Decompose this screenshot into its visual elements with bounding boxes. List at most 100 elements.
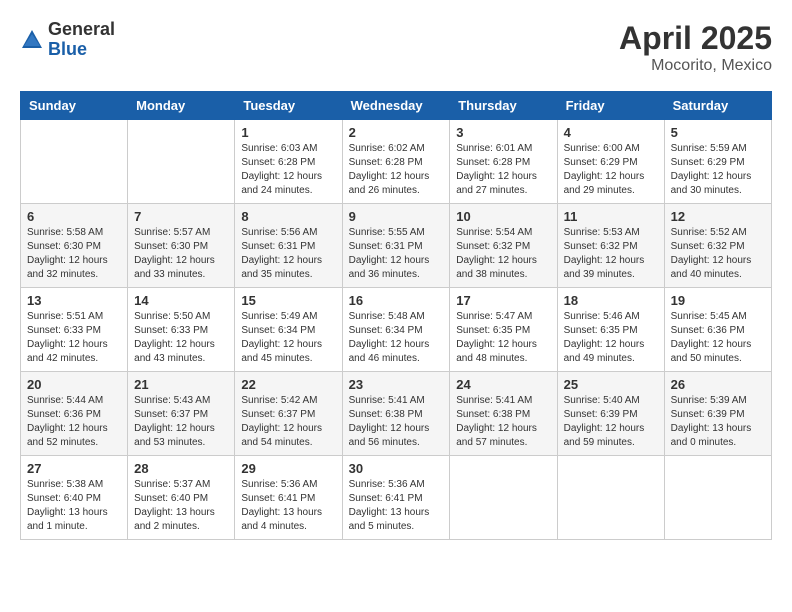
day-number: 15 (241, 293, 335, 308)
calendar-day-cell: 22 Sunrise: 5:42 AM Sunset: 6:37 PM Dayli… (235, 372, 342, 456)
day-info: Sunrise: 5:59 AM Sunset: 6:29 PM Dayligh… (671, 142, 765, 198)
calendar-day-cell (450, 456, 557, 540)
calendar-day-cell: 13 Sunrise: 5:51 AM Sunset: 6:33 PM Dayli… (21, 288, 128, 372)
day-info: Sunrise: 5:50 AM Sunset: 6:33 PM Dayligh… (134, 310, 228, 366)
calendar-day-cell: 12Sunrise: 5:52 AM Sunset: 6:32 PM Dayli… (664, 204, 771, 288)
day-number: 10 (456, 209, 550, 224)
day-info: Sunrise: 5:41 AM Sunset: 6:38 PM Dayligh… (456, 394, 550, 450)
calendar-week-row: 6 Sunrise: 5:58 AM Sunset: 6:30 PM Daylig… (21, 204, 772, 288)
day-number: 14 (134, 293, 228, 308)
day-number: 11 (564, 209, 658, 224)
day-number: 2 (349, 125, 444, 140)
weekday-header-cell: Tuesday (235, 92, 342, 120)
calendar-week-row: 20 Sunrise: 5:44 AM Sunset: 6:36 PM Dayli… (21, 372, 772, 456)
calendar-week-row: 13 Sunrise: 5:51 AM Sunset: 6:33 PM Dayli… (21, 288, 772, 372)
day-info: Sunrise: 5:43 AM Sunset: 6:37 PM Dayligh… (134, 394, 228, 450)
day-number: 27 (27, 461, 121, 476)
day-number: 21 (134, 377, 228, 392)
calendar-day-cell (664, 456, 771, 540)
day-info: Sunrise: 5:45 AM Sunset: 6:36 PM Dayligh… (671, 310, 765, 366)
calendar-day-cell: 3Sunrise: 6:01 AM Sunset: 6:28 PM Daylig… (450, 120, 557, 204)
calendar-day-cell: 29 Sunrise: 5:36 AM Sunset: 6:41 PM Dayli… (235, 456, 342, 540)
calendar-day-cell: 25 Sunrise: 5:40 AM Sunset: 6:39 PM Dayli… (557, 372, 664, 456)
calendar-day-cell: 14 Sunrise: 5:50 AM Sunset: 6:33 PM Dayli… (128, 288, 235, 372)
day-number: 16 (349, 293, 444, 308)
day-number: 7 (134, 209, 228, 224)
day-number: 25 (564, 377, 658, 392)
calendar-day-cell (557, 456, 664, 540)
day-info: Sunrise: 5:55 AM Sunset: 6:31 PM Dayligh… (349, 226, 444, 282)
day-number: 1 (241, 125, 335, 140)
weekday-header-cell: Thursday (450, 92, 557, 120)
day-info: Sunrise: 5:40 AM Sunset: 6:39 PM Dayligh… (564, 394, 658, 450)
day-number: 20 (27, 377, 121, 392)
page-header: General Blue April 2025 Mocorito, Mexico (20, 20, 772, 75)
weekday-header-cell: Saturday (664, 92, 771, 120)
day-info: Sunrise: 5:57 AM Sunset: 6:30 PM Dayligh… (134, 226, 228, 282)
day-info: Sunrise: 5:56 AM Sunset: 6:31 PM Dayligh… (241, 226, 335, 282)
calendar-day-cell: 23 Sunrise: 5:41 AM Sunset: 6:38 PM Dayli… (342, 372, 450, 456)
calendar-day-cell (128, 120, 235, 204)
calendar-table: SundayMondayTuesdayWednesdayThursdayFrid… (20, 91, 772, 540)
calendar-day-cell: 18Sunrise: 5:46 AM Sunset: 6:35 PM Dayli… (557, 288, 664, 372)
day-number: 19 (671, 293, 765, 308)
day-number: 22 (241, 377, 335, 392)
day-number: 28 (134, 461, 228, 476)
calendar-day-cell: 10 Sunrise: 5:54 AM Sunset: 6:32 PM Dayli… (450, 204, 557, 288)
calendar-day-cell: 15 Sunrise: 5:49 AM Sunset: 6:34 PM Dayli… (235, 288, 342, 372)
calendar-day-cell: 24 Sunrise: 5:41 AM Sunset: 6:38 PM Dayli… (450, 372, 557, 456)
weekday-header-cell: Wednesday (342, 92, 450, 120)
weekday-header-row: SundayMondayTuesdayWednesdayThursdayFrid… (21, 92, 772, 120)
day-info: Sunrise: 6:00 AM Sunset: 6:29 PM Dayligh… (564, 142, 658, 198)
calendar-day-cell (21, 120, 128, 204)
day-info: Sunrise: 5:53 AM Sunset: 6:32 PM Dayligh… (564, 226, 658, 282)
day-number: 4 (564, 125, 658, 140)
day-number: 26 (671, 377, 765, 392)
calendar-day-cell: 1Sunrise: 6:03 AM Sunset: 6:28 PM Daylig… (235, 120, 342, 204)
day-number: 13 (27, 293, 121, 308)
day-number: 6 (27, 209, 121, 224)
calendar-day-cell: 7 Sunrise: 5:57 AM Sunset: 6:30 PM Daylig… (128, 204, 235, 288)
day-info: Sunrise: 5:36 AM Sunset: 6:41 PM Dayligh… (349, 478, 444, 534)
day-info: Sunrise: 5:47 AM Sunset: 6:35 PM Dayligh… (456, 310, 550, 366)
calendar-day-cell: 6 Sunrise: 5:58 AM Sunset: 6:30 PM Daylig… (21, 204, 128, 288)
day-info: Sunrise: 5:48 AM Sunset: 6:34 PM Dayligh… (349, 310, 444, 366)
day-info: Sunrise: 5:46 AM Sunset: 6:35 PM Dayligh… (564, 310, 658, 366)
day-info: Sunrise: 5:37 AM Sunset: 6:40 PM Dayligh… (134, 478, 228, 534)
calendar-day-cell: 17Sunrise: 5:47 AM Sunset: 6:35 PM Dayli… (450, 288, 557, 372)
location-title: Mocorito, Mexico (619, 57, 772, 75)
logo-icon (20, 28, 44, 52)
calendar-day-cell: 5 Sunrise: 5:59 AM Sunset: 6:29 PM Daylig… (664, 120, 771, 204)
day-info: Sunrise: 6:01 AM Sunset: 6:28 PM Dayligh… (456, 142, 550, 198)
day-info: Sunrise: 5:54 AM Sunset: 6:32 PM Dayligh… (456, 226, 550, 282)
title-area: April 2025 Mocorito, Mexico (619, 20, 772, 75)
calendar-day-cell: 28 Sunrise: 5:37 AM Sunset: 6:40 PM Dayli… (128, 456, 235, 540)
day-number: 5 (671, 125, 765, 140)
day-info: Sunrise: 5:44 AM Sunset: 6:36 PM Dayligh… (27, 394, 121, 450)
day-info: Sunrise: 5:51 AM Sunset: 6:33 PM Dayligh… (27, 310, 121, 366)
logo-general-text: General (48, 20, 115, 40)
day-info: Sunrise: 5:42 AM Sunset: 6:37 PM Dayligh… (241, 394, 335, 450)
calendar-day-cell: 20 Sunrise: 5:44 AM Sunset: 6:36 PM Dayli… (21, 372, 128, 456)
calendar-day-cell: 16 Sunrise: 5:48 AM Sunset: 6:34 PM Dayli… (342, 288, 450, 372)
day-info: Sunrise: 5:38 AM Sunset: 6:40 PM Dayligh… (27, 478, 121, 534)
day-number: 24 (456, 377, 550, 392)
day-info: Sunrise: 5:41 AM Sunset: 6:38 PM Dayligh… (349, 394, 444, 450)
calendar-day-cell: 8Sunrise: 5:56 AM Sunset: 6:31 PM Daylig… (235, 204, 342, 288)
month-title: April 2025 (619, 20, 772, 57)
day-number: 9 (349, 209, 444, 224)
calendar-body: 1Sunrise: 6:03 AM Sunset: 6:28 PM Daylig… (21, 120, 772, 540)
day-info: Sunrise: 5:36 AM Sunset: 6:41 PM Dayligh… (241, 478, 335, 534)
calendar-day-cell: 27 Sunrise: 5:38 AM Sunset: 6:40 PM Dayli… (21, 456, 128, 540)
day-info: Sunrise: 5:49 AM Sunset: 6:34 PM Dayligh… (241, 310, 335, 366)
day-number: 29 (241, 461, 335, 476)
day-info: Sunrise: 5:58 AM Sunset: 6:30 PM Dayligh… (27, 226, 121, 282)
calendar-day-cell: 26Sunrise: 5:39 AM Sunset: 6:39 PM Dayli… (664, 372, 771, 456)
day-number: 23 (349, 377, 444, 392)
calendar-week-row: 1Sunrise: 6:03 AM Sunset: 6:28 PM Daylig… (21, 120, 772, 204)
calendar-day-cell: 19 Sunrise: 5:45 AM Sunset: 6:36 PM Dayli… (664, 288, 771, 372)
calendar-day-cell: 9 Sunrise: 5:55 AM Sunset: 6:31 PM Daylig… (342, 204, 450, 288)
calendar-day-cell: 11 Sunrise: 5:53 AM Sunset: 6:32 PM Dayli… (557, 204, 664, 288)
calendar-day-cell: 21 Sunrise: 5:43 AM Sunset: 6:37 PM Dayli… (128, 372, 235, 456)
weekday-header-cell: Sunday (21, 92, 128, 120)
